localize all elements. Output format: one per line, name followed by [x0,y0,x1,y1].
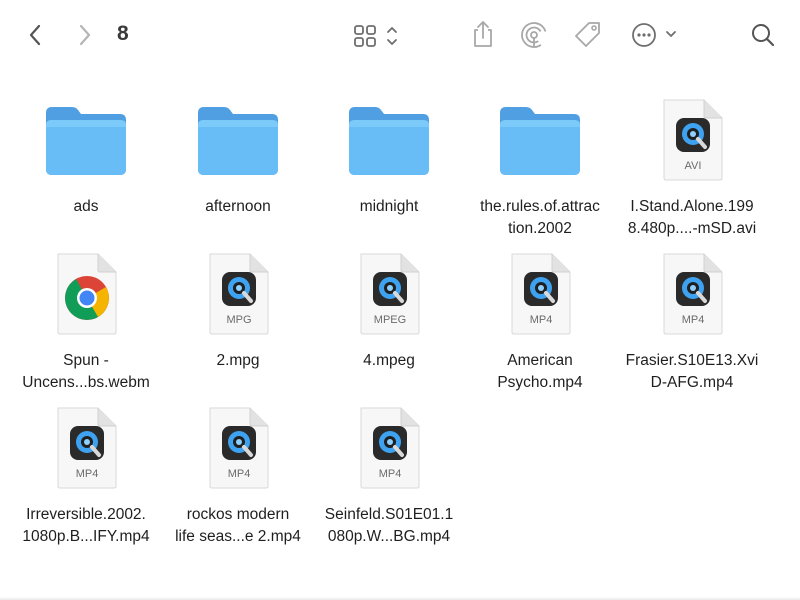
quicktime-icon [222,426,256,460]
file-thumbnail: AVI [616,90,768,190]
file-thumbnail: MP4 [162,398,314,498]
file-extension-label: MP4 [76,468,99,480]
file-item[interactable]: MP4 Irreversible.2002. 1080p.B...IFY.mp4 [10,398,162,548]
file-thumbnail [10,244,162,344]
chrome-icon [65,276,109,320]
tag-icon [575,22,600,47]
quicktime-icon [373,426,407,460]
quicktime-icon [70,426,104,460]
item-name-label: 4.mpeg [363,352,415,369]
ellipsis-circle-icon [632,23,676,47]
folder-icon [46,107,126,175]
item-name-label: the.rules.of.attrac tion.2002 [480,198,600,237]
file-extension-label: MP4 [530,314,553,326]
item-name-label: Irreversible.2002. 1080p.B...IFY.mp4 [22,506,150,545]
view-options-button[interactable] [352,22,404,50]
folder-item[interactable]: midnight [313,90,465,240]
file-extension-label: AVI [685,160,702,172]
quicktime-icon [524,272,558,306]
video-file-icon: MPEG [360,253,420,335]
video-file-icon: MP4 [209,407,269,489]
back-button[interactable] [22,22,48,48]
folder-item[interactable]: the.rules.of.attrac tion.2002 [464,90,616,240]
file-extension-label: MP4 [682,314,705,326]
video-file-icon: MP4 [511,253,571,335]
file-thumbnail: MP4 [10,398,162,498]
folder-thumbnail [313,90,465,190]
quicktime-icon [676,118,710,152]
chevron-left-icon [29,24,41,46]
search-icon [752,24,775,47]
folder-icon [349,107,429,175]
folder-item[interactable]: afternoon [162,90,314,240]
video-file-icon: MP4 [57,407,117,489]
item-name-label: I.Stand.Alone.199 8.480p....-mSD.avi [627,198,757,237]
folder-thumbnail [10,90,162,190]
file-extension-label: MP4 [379,468,402,480]
video-file-icon [57,253,117,335]
file-item[interactable]: AVI I.Stand.Alone.199 8.480p....-mSD.avi [616,90,768,240]
forward-button[interactable] [72,22,98,48]
file-thumbnail: MPG [162,244,314,344]
folder-thumbnail [464,90,616,190]
folder-thumbnail [162,90,314,190]
quicktime-icon [222,272,256,306]
folder-icon [500,107,580,175]
quicktime-icon [373,272,407,306]
share-button[interactable] [468,18,498,50]
chevron-right-icon [79,24,91,46]
item-name-label: afternoon [205,198,271,215]
item-name-label: Spun - Uncens...bs.webm [22,352,150,391]
file-item[interactable]: MP4 American Psycho.mp4 [464,244,616,394]
tag-button[interactable] [572,20,604,50]
item-name-label: Seinfeld.S01E01.1 080p.W...BG.mp4 [324,506,454,545]
toolbar: 8 [0,0,800,70]
file-item[interactable]: MPEG 4.mpeg [313,244,465,394]
airdrop-icon [521,22,547,48]
folder-item[interactable]: ads [10,90,162,240]
item-name-label: ads [73,198,99,215]
item-name-label: Frasier.S10E13.Xvi D-AFG.mp4 [625,352,759,391]
video-file-icon: MP4 [360,407,420,489]
file-item[interactable]: MPG 2.mpg [162,244,314,394]
file-item[interactable]: Spun - Uncens...bs.webm [10,244,162,394]
share-icon [474,21,492,47]
file-item[interactable]: MP4 rockos modern life seas...e 2.mp4 [162,398,314,548]
video-file-icon: AVI [663,99,723,181]
file-thumbnail: MP4 [464,244,616,344]
file-thumbnail: MP4 [616,244,768,344]
video-file-icon: MPG [209,253,269,335]
file-thumbnail: MPEG [313,244,465,344]
file-extension-label: MP4 [228,468,251,480]
more-actions-button[interactable] [628,20,684,50]
quicktime-icon [676,272,710,306]
item-name-label: rockos modern life seas...e 2.mp4 [175,506,301,545]
file-extension-label: MPG [226,314,251,326]
folder-title: 8 [117,22,129,45]
item-name-label: midnight [359,198,419,215]
airdrop-button[interactable] [518,20,550,50]
search-button[interactable] [748,20,778,50]
grid-view-icon [354,25,397,47]
file-thumbnail: MP4 [313,398,465,498]
folder-icon [198,107,278,175]
file-item[interactable]: MP4 Frasier.S10E13.Xvi D-AFG.mp4 [616,244,768,394]
file-item[interactable]: MP4 Seinfeld.S01E01.1 080p.W...BG.mp4 [313,398,465,548]
file-extension-label: MPEG [374,314,406,326]
item-name-label: American Psycho.mp4 [497,352,583,391]
video-file-icon: MP4 [663,253,723,335]
item-name-label: 2.mpg [216,352,260,369]
